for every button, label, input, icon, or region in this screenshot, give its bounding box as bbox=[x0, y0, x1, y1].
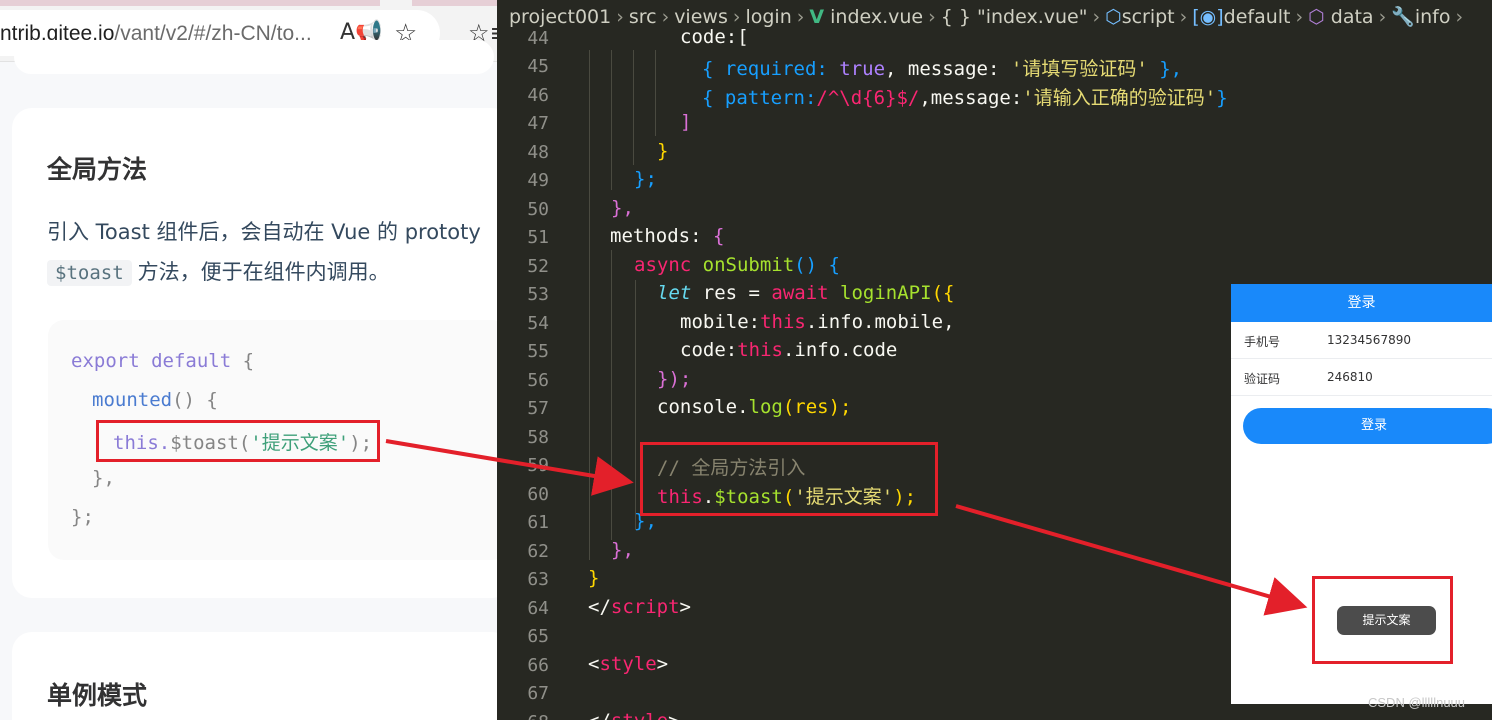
arrow-line bbox=[385, 439, 634, 496]
annotation-arrows bbox=[385, 439, 1308, 616]
arrow-line bbox=[955, 504, 1308, 616]
watermark: CSDN @lllllnuuu bbox=[1368, 695, 1466, 710]
